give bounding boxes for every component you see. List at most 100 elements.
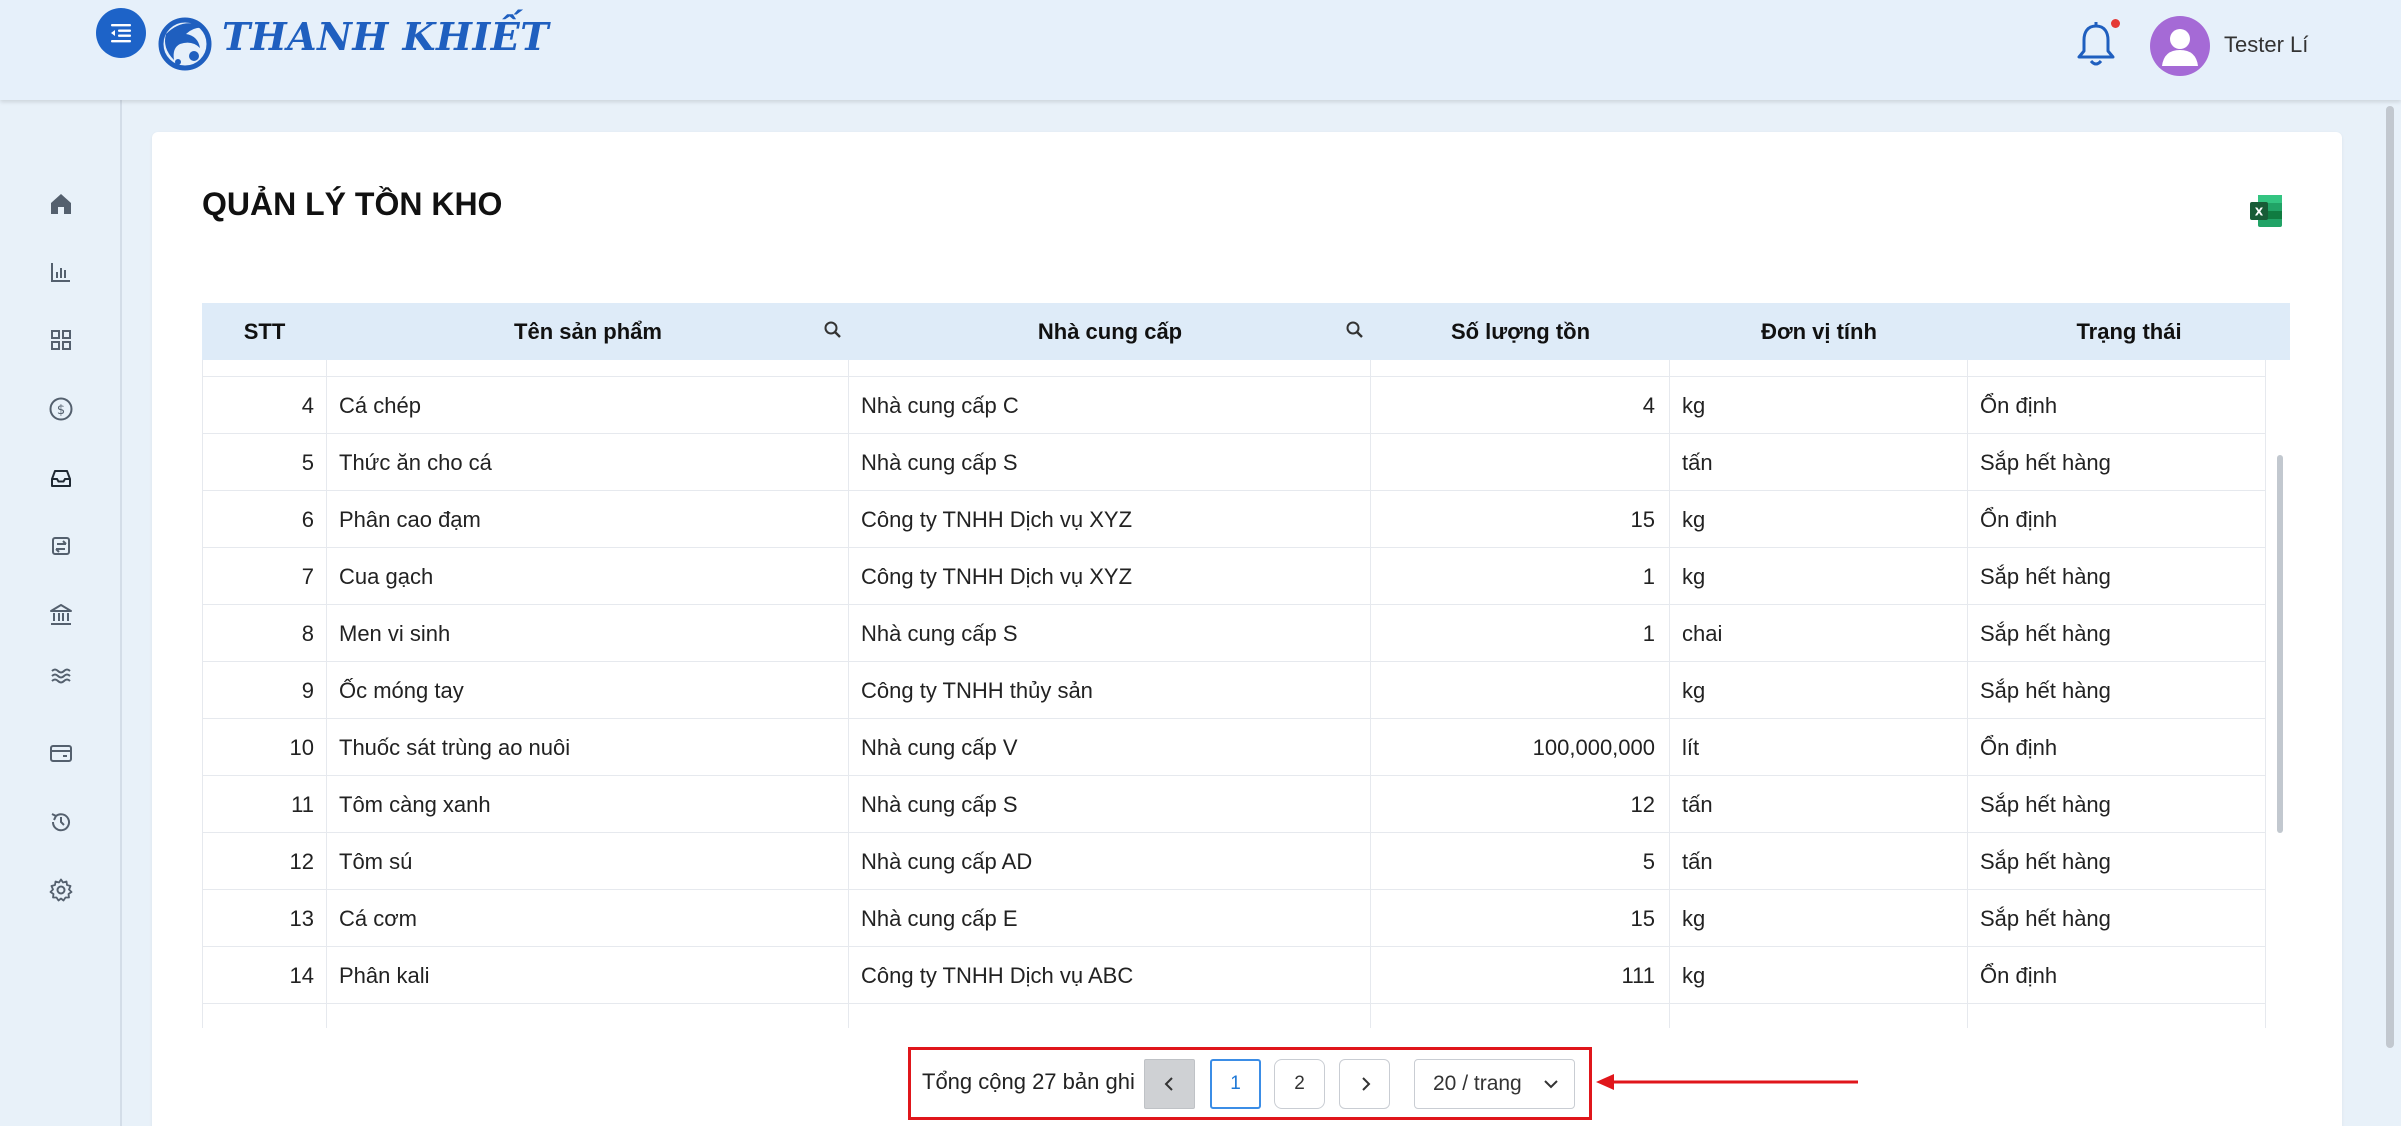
svg-text:X: X	[2255, 206, 2264, 219]
cell-status: Sắp hết hàng	[1968, 605, 2266, 662]
cell-product-name: Tôm sú	[327, 833, 849, 890]
cell-stt: 6	[202, 491, 327, 548]
cell-supplier: Nhà cung cấp S	[849, 605, 1371, 662]
sidebar-item-wallet[interactable]	[43, 735, 79, 771]
table-row[interactable]: 8 Men vi sinh Nhà cung cấp S 1 chai Sắp …	[202, 605, 2266, 662]
sidebar-item-ponds[interactable]	[43, 658, 79, 694]
cell-quantity: 12	[1371, 776, 1670, 833]
cell-unit: kg	[1670, 548, 1968, 605]
cell-supplier: Nhà cung cấp C	[849, 377, 1371, 434]
cell-unit: kg	[1670, 662, 1968, 719]
cell-product-name: Phân kali	[327, 947, 849, 1004]
cell-status: Sắp hết hàng	[1968, 548, 2266, 605]
cell-status: Ổn định	[1968, 377, 2266, 434]
table-row[interactable]: 9 Ốc móng tay Công ty TNHH thủy sản kg S…	[202, 662, 2266, 719]
inbox-icon	[51, 470, 71, 487]
column-header-status[interactable]: Trạng thái	[1968, 303, 2290, 360]
notification-bell-icon[interactable]	[2074, 20, 2118, 70]
column-header-supplier[interactable]: Nhà cung cấp	[849, 303, 1371, 360]
chevron-right-icon	[1361, 1077, 1370, 1091]
cell-stt: 11	[202, 776, 327, 833]
cell-status: Sắp hết hàng	[1968, 434, 2266, 491]
cell-stt: 14	[202, 947, 327, 1004]
page-size-select[interactable]: 20 / trang	[1414, 1059, 1575, 1109]
top-header: THANH KHIẾT Tester Lí	[0, 0, 2401, 100]
cell-unit: chai	[1670, 605, 1968, 662]
sidebar-item-history[interactable]	[43, 804, 79, 840]
column-header-stt[interactable]: STT	[202, 303, 327, 360]
cell-unit: kg	[1670, 890, 1968, 947]
table-row[interactable]: 12 Tôm sú Nhà cung cấp AD 5 tấn Sắp hết …	[202, 833, 2266, 890]
cell-unit: kg	[1670, 947, 1968, 1004]
column-header-product-name[interactable]: Tên sản phẩm	[327, 303, 849, 360]
cell-product-name: Thuốc sát trùng ao nuôi	[327, 719, 849, 776]
excel-export-icon[interactable]: X	[2248, 193, 2284, 229]
total-records-text: Tổng cộng 27 bản ghi	[922, 1069, 1135, 1094]
sidebar-item-bank[interactable]	[43, 597, 79, 633]
user-name[interactable]: Tester Lí	[2224, 32, 2308, 58]
table-row[interactable]: 4 Cá chép Nhà cung cấp C 4 kg Ổn định	[202, 377, 2266, 434]
page-1-button[interactable]: 1	[1210, 1059, 1261, 1109]
cell-stt: 5	[202, 434, 327, 491]
sidebar-item-finance[interactable]: $	[43, 391, 79, 427]
page-2-button[interactable]: 2	[1274, 1059, 1325, 1109]
cell-supplier: Công ty TNHH thủy sản	[849, 662, 1371, 719]
user-avatar[interactable]	[2150, 16, 2210, 76]
cell-unit: tấn	[1670, 776, 1968, 833]
cell-supplier: Công ty TNHH Dịch vụ XYZ	[849, 491, 1371, 548]
cell-quantity: 1	[1371, 605, 1670, 662]
sidebar-item-home[interactable]	[43, 186, 79, 222]
table-scrollbar[interactable]	[2277, 455, 2283, 833]
grid-icon	[51, 330, 71, 350]
dollar-icon: $	[49, 397, 73, 421]
cell-product-name: Cá cơm	[327, 890, 849, 947]
table-row[interactable]: 5 Thức ăn cho cá Nhà cung cấp S tấn Sắp …	[202, 434, 2266, 491]
sidebar-item-inventory[interactable]	[43, 460, 79, 496]
table-row[interactable]: 13 Cá cơm Nhà cung cấp E 15 kg Sắp hết h…	[202, 890, 2266, 947]
cell-quantity: 15	[1371, 491, 1670, 548]
page-scrollbar[interactable]	[2386, 106, 2394, 1048]
cell-unit: tấn	[1670, 833, 1968, 890]
cell-unit: kg	[1670, 377, 1968, 434]
cell-quantity: 4	[1371, 377, 1670, 434]
cell-supplier: Nhà cung cấp S	[849, 776, 1371, 833]
cell-stt: 12	[202, 833, 327, 890]
table-row[interactable]: 6 Phân cao đạm Công ty TNHH Dịch vụ XYZ …	[202, 491, 2266, 548]
cell-unit: lít	[1670, 719, 1968, 776]
cell-product-name: Ốc móng tay	[327, 662, 849, 719]
cell-status: Sắp hết hàng	[1968, 662, 2266, 719]
column-header-quantity[interactable]: Số lượng tồn	[1371, 303, 1670, 360]
cell-status: Ổn định	[1968, 719, 2266, 776]
prev-page-button[interactable]	[1144, 1059, 1195, 1109]
sidebar-item-dashboard[interactable]	[43, 322, 79, 358]
sidebar-item-settings[interactable]	[43, 872, 79, 908]
search-icon[interactable]	[1344, 319, 1366, 341]
table-row[interactable]: 7 Cua gạch Công ty TNHH Dịch vụ XYZ 1 kg…	[202, 548, 2266, 605]
cell-status: Sắp hết hàng	[1968, 776, 2266, 833]
column-header-unit[interactable]: Đơn vị tính	[1670, 303, 1968, 360]
menu-toggle-button[interactable]	[96, 8, 146, 58]
table-row[interactable]: 11 Tôm càng xanh Nhà cung cấp S 12 tấn S…	[202, 776, 2266, 833]
sidebar-item-transfer[interactable]	[43, 528, 79, 564]
annotation-arrow-icon	[1596, 1074, 1858, 1090]
cell-product-name: Phân cao đạm	[327, 491, 849, 548]
chevron-left-icon	[1164, 1077, 1173, 1091]
cell-quantity: 111	[1371, 947, 1670, 1004]
svg-text:$: $	[57, 403, 65, 418]
sidebar: $	[0, 0, 122, 1126]
cell-product-name: Tôm càng xanh	[327, 776, 849, 833]
cell-supplier: Nhà cung cấp V	[849, 719, 1371, 776]
search-icon[interactable]	[822, 319, 844, 341]
sidebar-item-reports[interactable]	[43, 254, 79, 290]
next-page-button[interactable]	[1339, 1059, 1390, 1109]
cell-quantity: 15	[1371, 890, 1670, 947]
cell-supplier: Nhà cung cấp E	[849, 890, 1371, 947]
cell-stt: 10	[202, 719, 327, 776]
cell-stt: 9	[202, 662, 327, 719]
home-icon	[51, 194, 71, 214]
table-row[interactable]: 14 Phân kali Công ty TNHH Dịch vụ ABC 11…	[202, 947, 2266, 1004]
bar-chart-icon	[51, 263, 70, 282]
cell-status: Sắp hết hàng	[1968, 833, 2266, 890]
table-row[interactable]: 10 Thuốc sát trùng ao nuôi Nhà cung cấp …	[202, 719, 2266, 776]
cell-quantity	[1371, 434, 1670, 491]
